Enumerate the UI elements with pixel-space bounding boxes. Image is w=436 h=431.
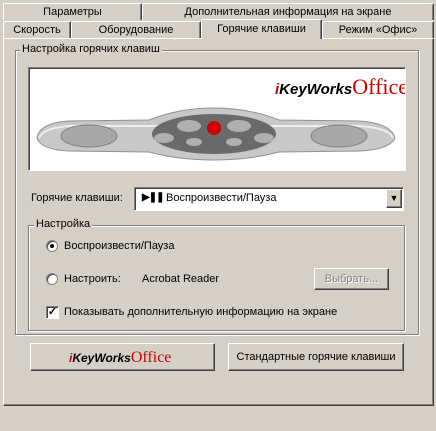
radio-custom-action[interactable] xyxy=(46,273,58,285)
checkmark-icon: ✓ xyxy=(47,306,58,318)
chevron-down-icon: ▼ xyxy=(389,193,399,203)
keyboard-image: iKeyWorksOffice xyxy=(28,67,406,171)
tab-speed[interactable]: Скорость xyxy=(3,21,71,38)
radio-default-label[interactable]: Воспроизвести/Пауза xyxy=(64,240,174,252)
default-hotkeys-button[interactable]: Стандартные горячие клавиши xyxy=(228,343,404,371)
dropdown-arrow-button[interactable]: ▼ xyxy=(386,189,402,208)
tab-office-mode[interactable]: Режим «Офис» xyxy=(322,21,434,38)
keyboard-logo: iKeyWorksOffice xyxy=(275,74,406,99)
radio-custom-label[interactable]: Настроить: xyxy=(64,273,121,285)
choose-button[interactable]: Выбрать... xyxy=(314,268,389,290)
ikeyworks-logo: iKeyWorksOffice xyxy=(69,349,172,366)
hotkey-select-value: Воспроизвести/Пауза xyxy=(166,192,277,204)
hotkey-select[interactable]: ▶❚❚ Воспроизвести/Пауза ▼ xyxy=(134,187,404,211)
osd-checkbox[interactable]: ✓ xyxy=(46,306,59,319)
radio-selected-dot xyxy=(50,244,54,248)
tab-hardware[interactable]: Оборудование xyxy=(71,21,201,38)
settings-group-title: Настройка xyxy=(34,218,93,230)
osd-checkbox-label[interactable]: Показывать дополнительную информацию на … xyxy=(64,306,337,318)
custom-app-name: Acrobat Reader xyxy=(142,273,220,285)
hotkeys-group-title: Настройка горячих клавиш xyxy=(20,43,162,55)
ikeyworks-logo-button[interactable]: iKeyWorksOffice xyxy=(30,343,215,371)
tab-parameters[interactable]: Параметры xyxy=(3,3,142,20)
radio-default-action[interactable] xyxy=(46,240,58,252)
hotkey-label: Горячие клавиши: xyxy=(31,192,123,204)
tab-hotkeys[interactable]: Горячие клавиши xyxy=(201,19,322,39)
tab-osd-info[interactable]: Дополнительная информация на экране xyxy=(142,3,434,20)
play-pause-icon: ▶❚❚ xyxy=(142,192,164,203)
